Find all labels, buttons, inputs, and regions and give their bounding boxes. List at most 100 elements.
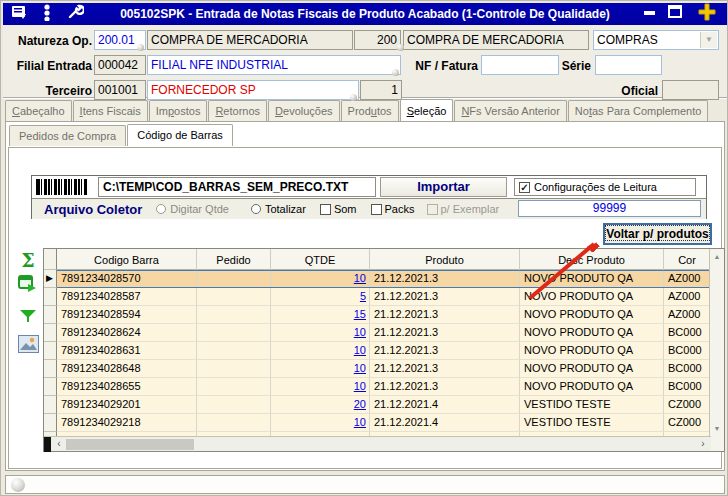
tab-notas-para-complemento[interactable]: Notas Para Complemento (568, 100, 709, 121)
som-label: Som (334, 203, 357, 215)
grid-cell (197, 414, 271, 432)
importar-button[interactable]: Importar (380, 177, 507, 197)
scroll-up-icon[interactable]: ▲ (710, 249, 724, 264)
totalizar-radio[interactable] (251, 204, 261, 214)
som-checkbox[interactable] (320, 204, 331, 215)
grid-cell: 21.12.2021.3 (370, 342, 520, 360)
grid-cell: NOVO PRODUTO QA (520, 288, 664, 306)
note-icon[interactable] (11, 5, 27, 24)
header-form: Natureza Op. 200.01 COMPRA DE MERCADORIA… (3, 25, 727, 99)
terceiro-desc-field[interactable]: FORNECEDOR SP (147, 80, 359, 100)
grid-row[interactable]: 78912340292012021.12.2021.4VESTIDO TESTE… (44, 396, 711, 414)
vertical-scrollbar[interactable]: ▲ ▼ (709, 249, 724, 451)
exemplar-label: p/ Exemplar (441, 203, 500, 215)
column-header-produto[interactable]: Produto (370, 249, 520, 270)
natureza-code2-field: 200 (354, 30, 401, 50)
tab-devolu-es[interactable]: Devoluções (268, 100, 340, 121)
tab-produtos[interactable]: Produtos (341, 100, 399, 121)
grid-cell: NOVO PRODUTO QA (520, 378, 664, 396)
grid-row[interactable]: 78912340286481021.12.2021.3NOVO PRODUTO … (44, 360, 711, 378)
codigo-barras-page: C:\TEMP\COD_BARRAS_SEM_PRECO.TXT Importa… (8, 147, 722, 469)
close-plus-button[interactable] (697, 2, 717, 26)
app-window: 005102SPK - Entrada de Notas Fiscais de … (0, 0, 728, 496)
filter-icon[interactable] (19, 309, 37, 327)
grid-cell: NOVO PRODUTO QA (520, 360, 664, 378)
hscroll-thumb[interactable] (66, 439, 194, 450)
grid-cell: 10 (271, 342, 370, 360)
column-header-desc-produto[interactable]: Desc Produto (520, 249, 664, 270)
grid-cell: 21.12.2021.3 (370, 360, 520, 378)
wrench-icon[interactable] (67, 4, 84, 24)
grid-cell: 10 (271, 378, 370, 396)
scroll-down-icon[interactable]: ▼ (710, 421, 724, 436)
grid-cell: NOVO PRODUTO QA (520, 270, 664, 288)
file-path-field[interactable]: C:\TEMP\COD_BARRAS_SEM_PRECO.TXT (98, 177, 376, 197)
grid-row[interactable]: 78912340292181021.12.2021.4VESTIDO TESTE… (44, 414, 711, 432)
export-icon[interactable] (18, 275, 38, 297)
column-header-pedido[interactable]: Pedido (197, 249, 271, 270)
grid-cell: 10 (271, 270, 370, 288)
coletor-qty-field[interactable]: 99999 (518, 200, 701, 217)
grid-row[interactable]: 78912340286551021.12.2021.3NOVO PRODUTO … (44, 378, 711, 396)
grid-cell: 7891234028594 (57, 306, 197, 324)
packs-label: Packs (385, 203, 415, 215)
nf-fatura-field[interactable] (481, 55, 559, 75)
filial-desc-field[interactable]: FILIAL NFE INDUSTRIAL (147, 55, 401, 75)
grid-cell: AZ000 (664, 288, 711, 306)
tab-impostos[interactable]: Impostos (149, 100, 208, 121)
subtab-c-digo-de-barras[interactable]: Código de Barras (127, 124, 233, 146)
tab-itens-fiscais[interactable]: Itens Fiscais (73, 100, 148, 121)
column-header-qtde[interactable]: QTDE (271, 249, 370, 270)
grid-cell: VESTIDO TESTE (520, 396, 664, 414)
terceiro-label: Terceiro (3, 84, 92, 98)
grid-cell: 7891234028570 (57, 270, 197, 288)
tab-retornos[interactable]: Retornos (208, 100, 267, 121)
exemplar-checkbox (427, 204, 438, 215)
window-title: 005102SPK - Entrada de Notas Fiscais de … (3, 7, 727, 21)
grid-cell: NOVO PRODUTO QA (520, 324, 664, 342)
voltar-produtos-button[interactable]: Voltar p/ produtos (603, 223, 712, 245)
grid-cell: 21.12.2021.3 (370, 306, 520, 324)
scroll-left-icon[interactable]: ‹ (51, 437, 67, 452)
chevron-down-icon[interactable]: ▼ (700, 32, 717, 48)
tab-nfs-vers-o-anterior[interactable]: NFs Versão Anterior (454, 100, 566, 121)
grid-cell: 7891234028631 (57, 342, 197, 360)
grid-cell: 7891234029218 (57, 414, 197, 432)
sum-icon[interactable]: Σ (21, 251, 34, 269)
selecao-tabpage: Pedidos de CompraCódigo de Barras C:\TEM… (5, 121, 725, 471)
grid-row[interactable]: 7891234028587521.12.2021.3NOVO PRODUTO Q… (44, 288, 711, 306)
scroll-right-icon[interactable]: › (695, 437, 711, 452)
digitar-qtde-radio[interactable] (156, 204, 166, 214)
image-icon[interactable] (18, 335, 39, 357)
terceiro-code-field: 001001 (94, 80, 146, 100)
grid-row[interactable]: 78912340286241021.12.2021.3NOVO PRODUTO … (44, 324, 711, 342)
minimize-button[interactable] (641, 4, 659, 24)
natureza-label: Natureza Op. (3, 34, 92, 48)
tipo-dropdown[interactable]: COMPRAS▼ (593, 30, 719, 50)
packs-checkbox[interactable] (371, 204, 382, 215)
subtab-pedidos-de-compra[interactable]: Pedidos de Compra (9, 125, 126, 146)
grid-cell: 10 (271, 324, 370, 342)
tab-sele-o[interactable]: Seleção (400, 99, 454, 121)
column-header-codigo-barra[interactable]: Codigo Barra (57, 249, 197, 270)
natureza-desc-field: COMPRA DE MERCADORIA (147, 30, 353, 50)
grid-cell: VESTIDO TESTE (520, 414, 664, 432)
traffic-light-icon[interactable] (41, 4, 53, 25)
serie-field[interactable] (595, 55, 662, 75)
grid-row[interactable]: 78912340286311021.12.2021.3NOVO PRODUTO … (44, 342, 711, 360)
grid-cell: 21.12.2021.3 (370, 270, 520, 288)
digitar-qtde-label: Digitar Qtde (170, 203, 229, 215)
horizontal-scrollbar[interactable]: ‹ › (44, 436, 711, 451)
serie-label: Série (559, 59, 591, 73)
column-header-cor[interactable]: Cor (664, 249, 711, 270)
grid-row[interactable]: ▶78912340285701021.12.2021.3NOVO PRODUTO… (44, 270, 711, 288)
grid-toolbar: Σ (16, 251, 40, 357)
grid-row[interactable]: 78912340285941521.12.2021.3NOVO PRODUTO … (44, 306, 711, 324)
maximize-button[interactable] (667, 4, 683, 24)
config-leitura-checkbox[interactable]: ✓ (519, 182, 530, 193)
grid-cell: 7891234028648 (57, 360, 197, 378)
grid-cell: BC000 (664, 342, 711, 360)
grid-cell: 21.12.2021.3 (370, 324, 520, 342)
grid-cell: 7891234028587 (57, 288, 197, 306)
tab-cabe-alho[interactable]: Cabeçalho (5, 100, 72, 121)
